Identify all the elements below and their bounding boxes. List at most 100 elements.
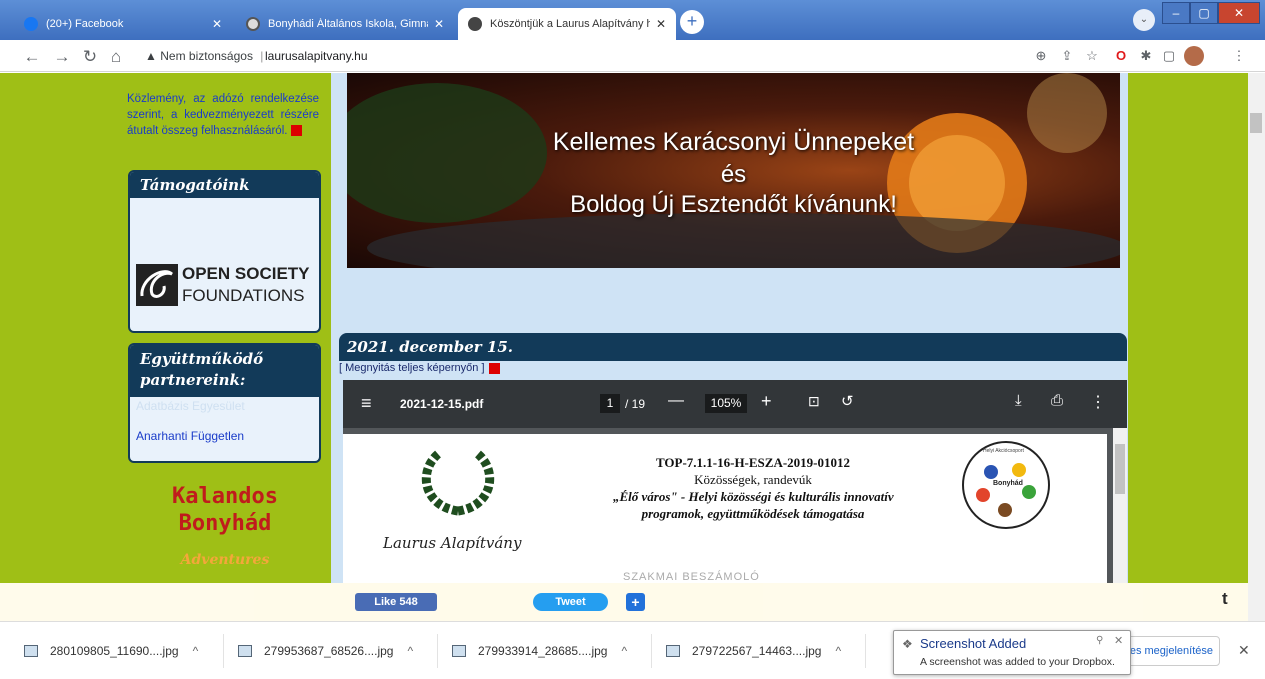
maximize-button[interactable]: ▢ (1190, 2, 1218, 24)
zoom-input[interactable]: 105% (705, 394, 747, 413)
chevron-up-icon[interactable]: ^ (835, 644, 841, 658)
chevron-up-icon[interactable]: ^ (407, 644, 413, 658)
download-item[interactable]: 280109805_11690....jpg ^ (24, 634, 224, 668)
supporters-box: Támogatóink OPEN SOCIETY FOUNDATIONS (128, 170, 321, 333)
more-options-icon[interactable]: ⋮ (1090, 392, 1106, 412)
zoom-icon[interactable]: ⊕ (1032, 48, 1050, 64)
site-icon (468, 17, 482, 31)
tab-label: Köszöntjük a Laurus Alapítvány h (490, 18, 650, 30)
image-file-icon (666, 645, 680, 657)
share-plus-button[interactable]: + (626, 593, 645, 611)
kalandos-bonyhad-logo[interactable]: Kalandos Bonyhád Adventures (133, 483, 317, 583)
settings-icon[interactable]: ⚲ (1096, 635, 1103, 646)
close-icon[interactable]: ✕ (212, 17, 222, 31)
facebook-icon (24, 17, 38, 31)
tab-bonyhad-school[interactable]: Bonyhádi Általános Iskola, Gimná ✕ (236, 8, 454, 40)
close-icon[interactable]: ✕ (1238, 642, 1250, 659)
doc-title-1: „Élő város" - Helyi közösségi és kulturá… (613, 489, 894, 504)
banner-line2: és (720, 161, 747, 188)
page-number-input[interactable]: 1 (600, 394, 620, 413)
tweet-button[interactable]: Tweet (533, 593, 608, 611)
doc-title-2: programok, együttműködések támogatása (641, 506, 865, 521)
bonyhad-logo-arc: Helyi Akciócsoport (983, 448, 1024, 454)
tab-facebook[interactable]: (20+) Facebook ✕ (14, 8, 232, 40)
adventures-text: Adventures (180, 552, 270, 568)
tab-laurus[interactable]: Köszöntjük a Laurus Alapítvány h ✕ (458, 8, 676, 40)
home-icon[interactable]: ⌂ (106, 47, 126, 67)
download-item[interactable]: 279953687_68526....jpg ^ (238, 634, 438, 668)
partner-item[interactable]: Anarhanti Független (130, 415, 319, 443)
kalandos-line2: Bonyhád (178, 511, 272, 536)
globe-icon (246, 17, 260, 31)
print-icon[interactable]: ⎙ (1051, 392, 1063, 409)
security-warning[interactable]: ▲ Nem biztonságos | (145, 49, 263, 63)
tab-label: Bonyhádi Általános Iskola, Gimná (268, 18, 428, 30)
zoom-in-icon[interactable]: + (761, 391, 772, 412)
supporters-title: Támogatóink (130, 172, 319, 198)
close-window-button[interactable]: ✕ (1218, 2, 1260, 24)
close-icon[interactable]: ✕ (434, 17, 444, 31)
osf-line2: FOUNDATIONS (182, 286, 305, 305)
toast-title: Screenshot Added (920, 636, 1027, 651)
pdf-document-area: Laurus Alapítvány TOP-7.1.1-16-H-ESZA-20… (343, 428, 1127, 583)
pdf-scrollbar[interactable] (1113, 428, 1127, 583)
divider: | (260, 49, 264, 63)
laurel-wreath-icon (421, 450, 495, 516)
download-icon[interactable]: ⤓ (1015, 392, 1022, 409)
pdf-filename: 2021-12-15.pdf (400, 397, 484, 411)
forward-icon[interactable]: → (52, 47, 72, 67)
back-icon[interactable]: ← (22, 47, 42, 67)
chevron-down-icon[interactable]: ⌄ (1133, 9, 1155, 31)
zoom-out-icon[interactable]: — (668, 392, 684, 410)
extensions-icon[interactable]: ✱ (1137, 48, 1155, 64)
opera-icon[interactable]: O (1112, 48, 1130, 63)
security-label: Nem biztonságos (160, 49, 253, 63)
image-file-icon (452, 645, 466, 657)
kalandos-line1: Kalandos (172, 484, 278, 509)
pdf-toolbar: ≡ 2021-12-15.pdf 1 / 19 — 105% + ⊡ ↺ ⤓ ⎙… (343, 380, 1127, 428)
laurus-signature: Laurus Alapítvány (383, 534, 522, 552)
share-icon[interactable]: ⇪ (1058, 48, 1076, 64)
rotate-icon[interactable]: ↺ (841, 392, 854, 410)
fullscreen-text: [ Megnyitás teljes képernyőn ] (339, 362, 485, 374)
menu-dots-icon[interactable]: ⋮ (1230, 48, 1248, 64)
fit-page-icon[interactable]: ⊡ (808, 393, 820, 410)
image-file-icon (24, 645, 38, 657)
url-field[interactable]: laurusalapitvany.hu (265, 49, 368, 63)
doc-subtitle: Közösségek, randevúk (694, 472, 812, 487)
download-item[interactable]: 279722567_14463....jpg ^ (666, 634, 866, 668)
sidepanel-icon[interactable]: ▢ (1160, 48, 1178, 64)
partner-faded[interactable]: Adatbázis Egyesület (130, 397, 319, 415)
warning-icon: ▲ (145, 49, 157, 63)
close-icon[interactable]: ✕ (656, 17, 666, 31)
hamburger-menu-icon[interactable]: ≡ (361, 393, 372, 414)
bookmark-star-icon[interactable]: ☆ (1083, 48, 1101, 64)
avatar[interactable] (1184, 46, 1204, 66)
doc-code: TOP-7.1.1-16-H-ESZA-2019-01012 (655, 455, 851, 470)
reload-icon[interactable]: ↻ (80, 47, 100, 67)
chevron-up-icon[interactable]: ^ (621, 644, 627, 658)
page-scrollbar[interactable] (1248, 73, 1265, 621)
pdf-header-text: TOP-7.1.1-16-H-ESZA-2019-01012 Közössége… (613, 454, 894, 522)
download-filename: 279722567_14463....jpg (692, 644, 822, 658)
post-date: 2021. december 15. (339, 333, 1127, 361)
social-share-bar: Like 548 Tweet + t (0, 583, 1248, 621)
banner-line3: Boldog Új Esztendőt kívánunk! (570, 191, 897, 218)
bonyhad-logo-text: Bonyhád (993, 480, 1023, 487)
chevron-up-icon[interactable]: ^ (193, 644, 199, 658)
facebook-like-button[interactable]: Like 548 (355, 593, 437, 611)
download-item[interactable]: 279933914_28685....jpg ^ (452, 634, 652, 668)
pdf-icon (488, 362, 500, 374)
notice-link[interactable]: Közlemény, az adózó rendelkezése szerint… (127, 91, 319, 139)
pdf-icon (291, 125, 303, 137)
new-tab-button[interactable]: + (680, 10, 704, 34)
toast-body: A screenshot was added to your Dropbox. (920, 656, 1115, 668)
page-total: / 19 (625, 397, 646, 411)
osf-logo[interactable]: OPEN SOCIETY FOUNDATIONS (132, 260, 319, 310)
tumblr-icon[interactable]: t (1222, 589, 1228, 609)
scroll-thumb[interactable] (1250, 113, 1262, 133)
close-icon[interactable]: ✕ (1114, 634, 1123, 647)
minimize-button[interactable]: – (1162, 2, 1190, 24)
fullscreen-link[interactable]: [ Megnyitás teljes képernyőn ] (339, 362, 500, 374)
dropbox-notification[interactable]: ❖ Screenshot Added A screenshot was adde… (893, 630, 1131, 675)
